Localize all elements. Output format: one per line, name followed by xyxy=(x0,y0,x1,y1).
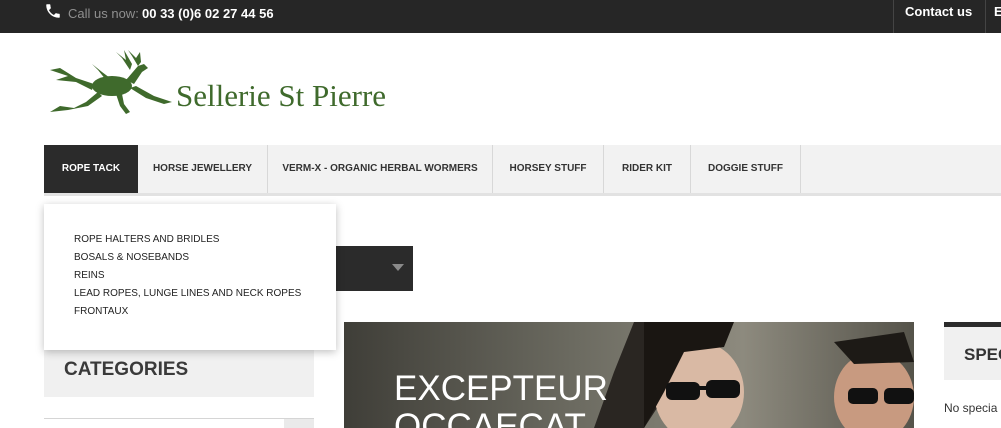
separator xyxy=(893,0,894,33)
nav-item-verm-x[interactable]: VERM-X - ORGANIC HERBAL WORMERS xyxy=(268,145,493,193)
categories-title: CATEGORIES xyxy=(64,359,189,380)
dropdown-item-rope-halters[interactable]: ROPE HALTERS AND BRIDLES xyxy=(74,234,219,245)
chevron-down-icon[interactable] xyxy=(392,264,404,271)
hero-banner[interactable]: EXCEPTEUR OCCAECAT xyxy=(344,322,914,428)
dropdown-item-frontaux[interactable]: FRONTAUX xyxy=(74,306,128,317)
dropdown-item-bosals[interactable]: BOSALS & NOSEBANDS xyxy=(74,252,189,263)
specials-title: SPEC xyxy=(964,345,1001,364)
divider xyxy=(44,418,314,419)
call-us-label: Call us now: xyxy=(68,6,139,21)
top-bar: Call us now: 00 33 (0)6 02 27 44 56 Cont… xyxy=(0,0,1001,33)
rope-tack-dropdown: ROPE HALTERS AND BRIDLES BOSALS & NOSEBA… xyxy=(44,204,336,350)
nav-item-horse-jewellery[interactable]: HORSE JEWELLERY xyxy=(138,145,268,193)
nav-item-doggie-stuff[interactable]: DOGGIE STUFF xyxy=(691,145,801,193)
dropdown-item-reins[interactable]: REINS xyxy=(74,270,105,281)
phone-icon xyxy=(46,4,60,18)
nav-item-horsey-stuff[interactable]: HORSEY STUFF xyxy=(493,145,604,193)
specials-header: SPEC xyxy=(944,322,1001,380)
banner-title-line-1: EXCEPTEUR xyxy=(394,369,608,408)
horse-logo-icon[interactable] xyxy=(46,46,176,118)
brand-name[interactable]: Sellerie St Pierre xyxy=(176,78,386,114)
no-specials-text: No specia xyxy=(944,401,998,415)
banner-title-line-2: OCCAECAT xyxy=(394,407,586,428)
contact-us-link[interactable]: Contact us xyxy=(905,4,972,19)
nav-item-rider-kit[interactable]: RIDER KIT xyxy=(604,145,691,193)
phone-number: 00 33 (0)6 02 27 44 56 xyxy=(142,6,274,21)
dropdown-item-lead-ropes[interactable]: LEAD ROPES, LUNGE LINES AND NECK ROPES xyxy=(74,288,301,299)
banner-title: EXCEPTEUR OCCAECAT xyxy=(394,370,608,428)
separator xyxy=(985,0,986,33)
nav-item-rope-tack[interactable]: ROPE TACK xyxy=(44,145,138,193)
categories-header: CATEGORIES xyxy=(44,350,314,397)
top-link-truncated[interactable]: E xyxy=(994,4,1001,19)
categories-toggle[interactable] xyxy=(284,419,314,428)
main-nav: ROPE TACK HORSE JEWELLERY VERM-X - ORGAN… xyxy=(44,145,1001,196)
